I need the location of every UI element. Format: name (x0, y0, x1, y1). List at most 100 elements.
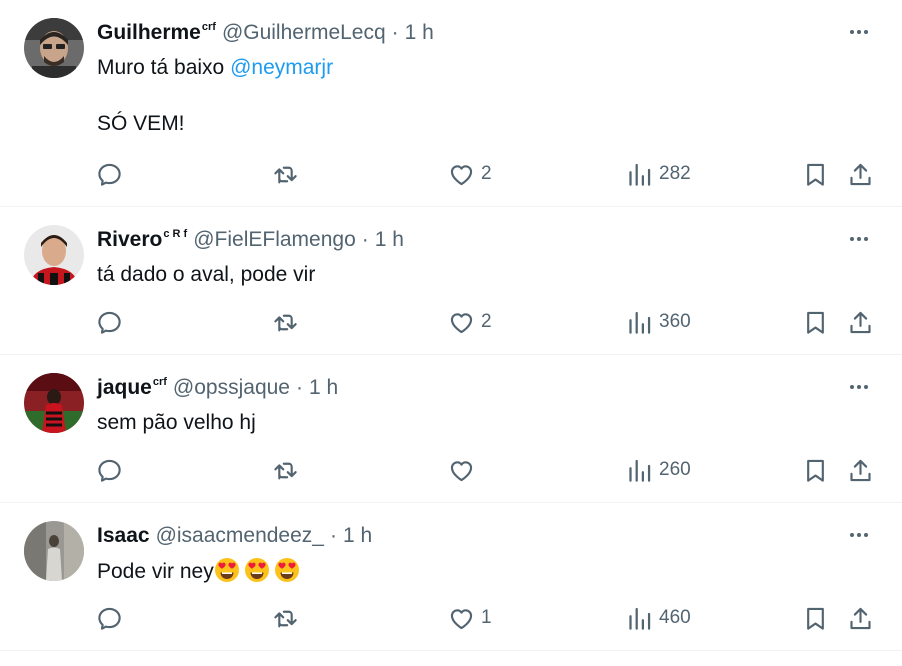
retweet-icon (274, 610, 297, 627)
reply-icon (98, 607, 121, 630)
timestamp[interactable]: 1 h (375, 228, 404, 252)
like-button[interactable]: 1 (448, 603, 492, 633)
tweet[interactable]: Guilhermecrf @GuilhermeLecq · 1 h Muro t… (0, 0, 902, 207)
separator: · (361, 228, 369, 251)
avatar[interactable] (24, 373, 84, 433)
bookmark-button[interactable] (802, 603, 829, 633)
views-chart-icon (629, 607, 651, 630)
reply-icon (98, 311, 121, 334)
retweet-icon (274, 314, 297, 331)
username[interactable]: @opssjaque (173, 376, 290, 400)
bookmark-button[interactable] (802, 159, 829, 189)
views-chart-icon (629, 459, 651, 482)
display-name[interactable]: Guilhermecrf (97, 21, 216, 45)
tweet-header: jaquecrf @opssjaque · 1 h (97, 375, 338, 401)
views-button[interactable]: 360 (626, 307, 691, 337)
display-name[interactable]: jaquecrf (97, 376, 167, 400)
like-count: 1 (481, 607, 492, 628)
avatar[interactable] (24, 521, 84, 581)
mention-link[interactable]: @neymarjr (230, 56, 333, 79)
share-button[interactable] (847, 307, 874, 337)
reply-icon (98, 163, 121, 186)
bookmark-button[interactable] (802, 307, 829, 337)
heart-icon (450, 460, 473, 481)
display-name[interactable]: Isaac (97, 524, 150, 548)
tweet-header: Guilhermecrf @GuilhermeLecq · 1 h (97, 20, 434, 46)
action-bar: 2 360 (96, 307, 878, 337)
view-count: 260 (659, 459, 691, 480)
share-button[interactable] (847, 159, 874, 189)
tweet-text: Pode vir ney (97, 557, 304, 586)
tweet[interactable]: Isaac @isaacmendeez_ · 1 h Pode vir ney … (0, 503, 902, 651)
separator: · (295, 376, 303, 399)
replies-feed: Guilhermecrf @GuilhermeLecq · 1 h Muro t… (0, 0, 902, 666)
views-button[interactable]: 282 (626, 159, 691, 189)
retweet-button[interactable] (272, 603, 305, 633)
reply-icon (98, 459, 121, 482)
heart-icon (450, 312, 473, 333)
action-bar: 1 460 (96, 603, 878, 633)
more-dots-icon[interactable] (846, 375, 872, 399)
share-button[interactable] (847, 603, 874, 633)
tweet[interactable]: Riveroc R f @FielEFlamengo · 1 h tá dado… (0, 207, 902, 355)
retweet-button[interactable] (272, 455, 305, 485)
bookmark-button[interactable] (802, 455, 829, 485)
display-name[interactable]: Riveroc R f (97, 228, 187, 252)
reply-button[interactable] (96, 603, 129, 633)
retweet-icon (274, 166, 297, 183)
username[interactable]: @isaacmendeez_ (156, 524, 324, 548)
heart-icon (450, 164, 473, 185)
views-chart-icon (629, 311, 651, 334)
views-chart-icon (629, 163, 651, 186)
like-count: 2 (481, 311, 492, 332)
tweet-text: tá dado o aval, pode vir (97, 263, 316, 286)
timestamp[interactable]: 1 h (405, 21, 434, 45)
username[interactable]: @GuilhermeLecq (222, 21, 386, 45)
action-bar: 260 (96, 455, 878, 485)
like-button[interactable] (448, 455, 481, 485)
bookmark-icon (807, 163, 824, 186)
name-badge: crf (201, 21, 216, 33)
name-badge: c R f (163, 228, 188, 240)
more-dots-icon[interactable] (846, 227, 872, 251)
share-icon (850, 311, 871, 333)
username[interactable]: @FielEFlamengo (193, 228, 356, 252)
reply-button[interactable] (96, 307, 129, 337)
separator: · (391, 21, 399, 44)
reply-button[interactable] (96, 159, 129, 189)
share-button[interactable] (847, 455, 874, 485)
bookmark-icon (807, 607, 824, 630)
view-count: 360 (659, 311, 691, 332)
retweet-button[interactable] (272, 307, 305, 337)
tweet-header: Riveroc R f @FielEFlamengo · 1 h (97, 227, 404, 253)
tweet[interactable]: jaquecrf @opssjaque · 1 h sem pão velho … (0, 355, 902, 503)
tweet-text: Muro tá baixo @neymarjr SÓ VEM! (97, 56, 334, 135)
more-dots-icon[interactable] (846, 20, 872, 44)
timestamp[interactable]: 1 h (309, 376, 338, 400)
heart-eyes-emoji (274, 557, 300, 583)
name-badge: crf (152, 376, 167, 388)
action-bar: 2 282 (96, 159, 878, 189)
retweet-button[interactable] (272, 159, 305, 189)
like-button[interactable]: 2 (448, 159, 492, 189)
share-icon (850, 607, 871, 629)
bookmark-icon (807, 311, 824, 334)
bookmark-icon (807, 459, 824, 482)
view-count: 282 (659, 163, 691, 184)
tweet-text: sem pão velho hj (97, 411, 256, 434)
timestamp[interactable]: 1 h (343, 524, 372, 548)
retweet-icon (274, 462, 297, 479)
tweet-header: Isaac @isaacmendeez_ · 1 h (97, 523, 372, 549)
views-button[interactable]: 260 (626, 455, 691, 485)
reply-button[interactable] (96, 455, 129, 485)
avatar[interactable] (24, 18, 84, 78)
more-dots-icon[interactable] (846, 523, 872, 547)
heart-icon (450, 608, 473, 629)
share-icon (850, 459, 871, 481)
share-icon (850, 163, 871, 185)
heart-eyes-emoji (244, 557, 270, 583)
separator: · (329, 524, 337, 547)
avatar[interactable] (24, 225, 84, 285)
views-button[interactable]: 460 (626, 603, 691, 633)
like-button[interactable]: 2 (448, 307, 492, 337)
